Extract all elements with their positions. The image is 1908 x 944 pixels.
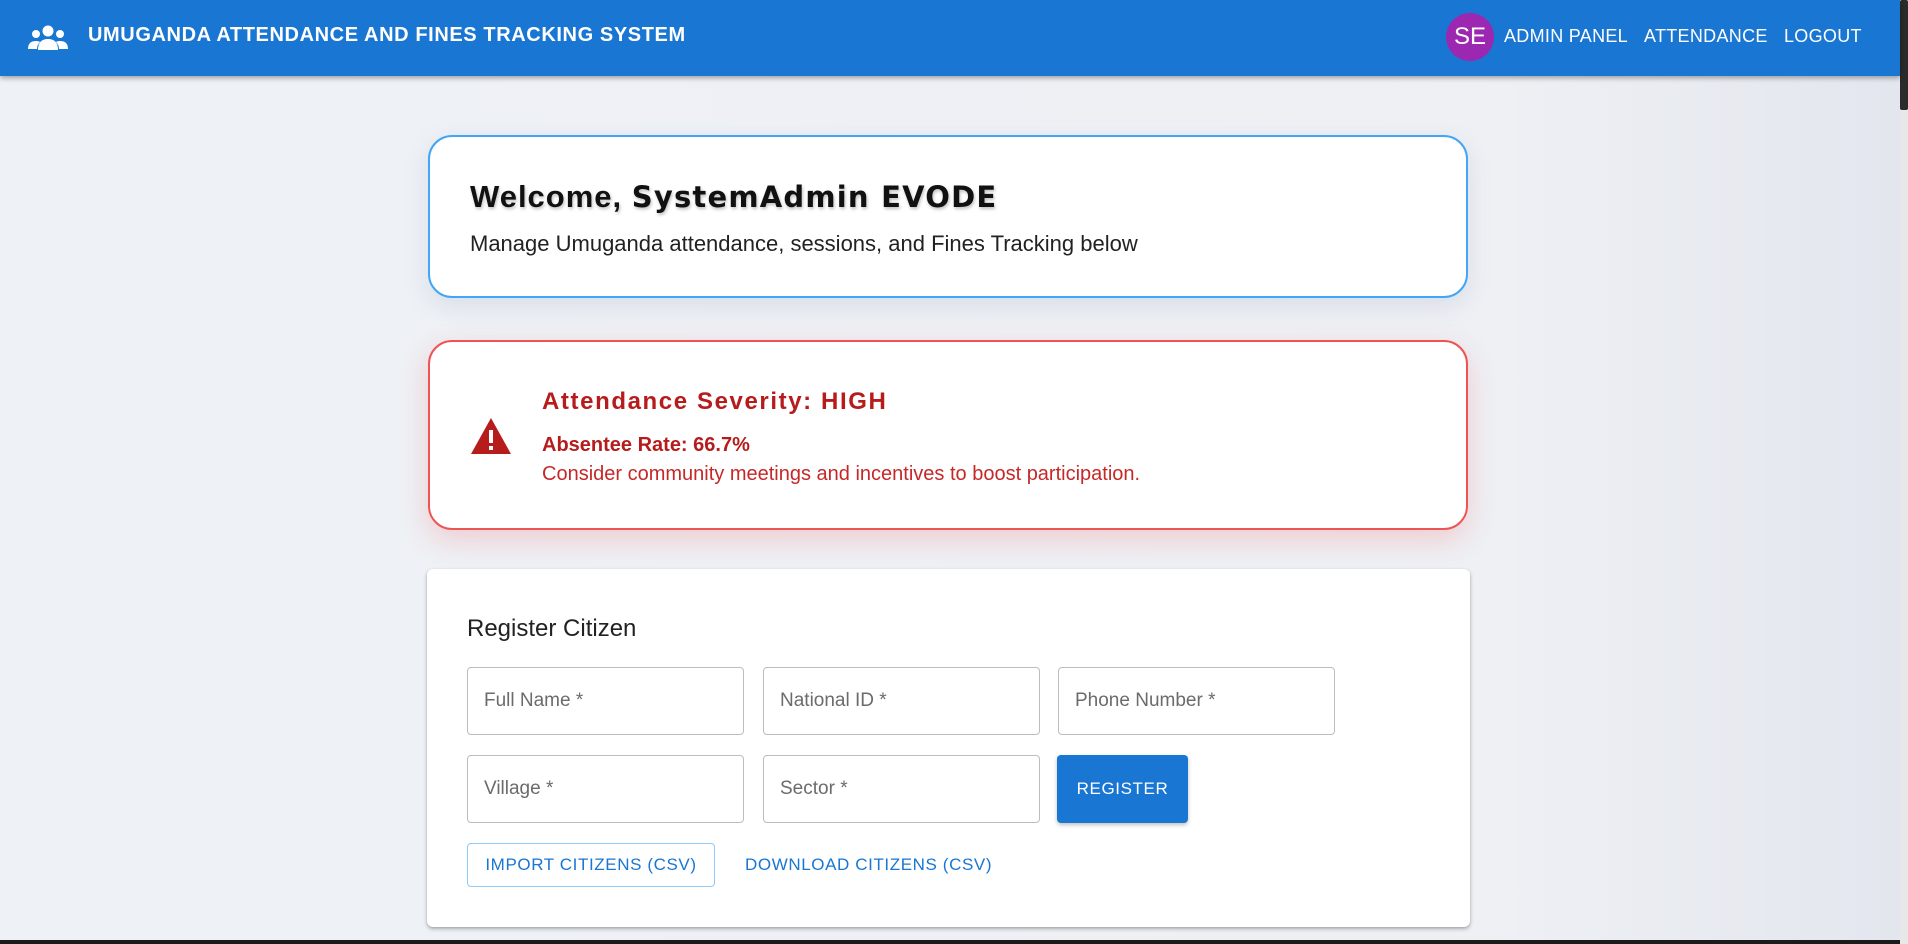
- download-citizens-button[interactable]: DOWNLOAD CITIZENS (CSV): [745, 843, 992, 887]
- window-bottom-edge: [0, 940, 1900, 944]
- village-field[interactable]: Village *: [467, 755, 744, 823]
- avatar[interactable]: SE: [1446, 13, 1494, 61]
- warning-icon: [471, 418, 511, 454]
- register-button[interactable]: REGISTER: [1057, 755, 1188, 823]
- scrollbar-thumb[interactable]: [1900, 0, 1908, 110]
- people-group-icon: [28, 25, 68, 50]
- import-citizens-button[interactable]: IMPORT CITIZENS (CSV): [467, 843, 715, 887]
- app-bar: UMUGANDA ATTENDANCE AND FINES TRACKING S…: [0, 0, 1900, 76]
- severity-heading: Attendance Severity: HIGH: [542, 388, 888, 415]
- welcome-heading: Welcome, SystemAdmin EVODE: [470, 179, 997, 215]
- national-id-field[interactable]: National ID *: [763, 667, 1040, 735]
- full-name-placeholder: Full Name *: [484, 690, 584, 711]
- nav-admin-panel[interactable]: ADMIN PANEL: [1504, 26, 1628, 47]
- welcome-prefix: Welcome,: [470, 179, 632, 214]
- welcome-subtitle: Manage Umuganda attendance, sessions, an…: [470, 231, 1138, 256]
- welcome-user-name: SystemAdmin EVODE: [631, 180, 998, 214]
- scrollbar[interactable]: [1900, 0, 1908, 944]
- village-placeholder: Village *: [484, 778, 554, 799]
- phone-number-field[interactable]: Phone Number *: [1058, 667, 1335, 735]
- severity-alert-card: Attendance Severity: HIGH Absentee Rate:…: [428, 340, 1468, 530]
- register-title: Register Citizen: [467, 615, 637, 642]
- severity-advice: Consider community meetings and incentiv…: [542, 463, 1141, 485]
- absentee-rate: Absentee Rate: 66.7%: [542, 434, 750, 456]
- national-id-placeholder: National ID *: [780, 690, 887, 711]
- welcome-card: Welcome, SystemAdmin EVODE Manage Umugan…: [428, 135, 1468, 298]
- sector-placeholder: Sector *: [780, 778, 848, 799]
- sector-field[interactable]: Sector *: [763, 755, 1040, 823]
- nav-attendance[interactable]: ATTENDANCE: [1644, 26, 1768, 47]
- full-name-field[interactable]: Full Name *: [467, 667, 744, 735]
- app-title: UMUGANDA ATTENDANCE AND FINES TRACKING S…: [88, 24, 686, 46]
- nav-logout[interactable]: LOGOUT: [1784, 26, 1862, 47]
- phone-number-placeholder: Phone Number *: [1075, 690, 1216, 711]
- register-citizen-card: Register Citizen Full Name * National ID…: [427, 569, 1470, 927]
